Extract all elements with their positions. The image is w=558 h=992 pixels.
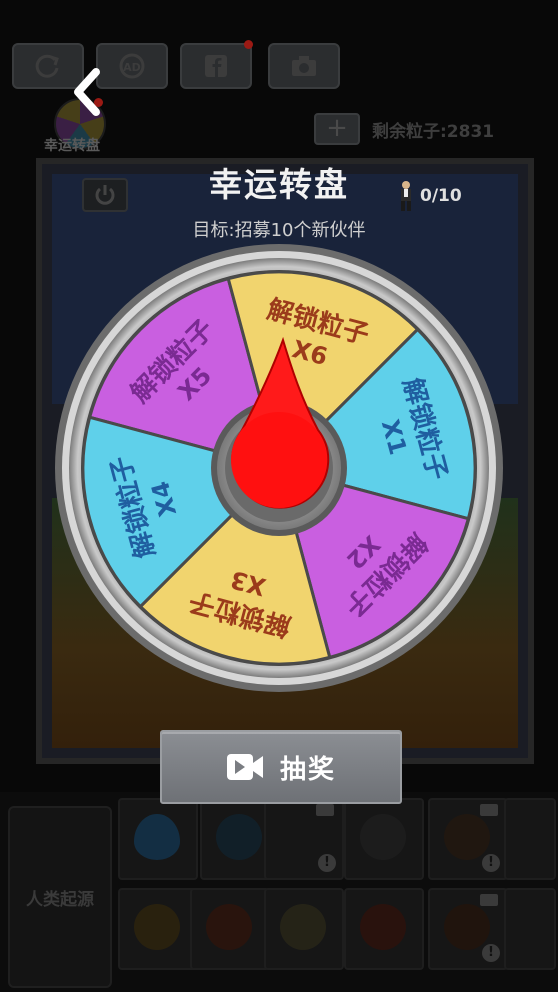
video-camera-icon (226, 754, 263, 780)
lucky-wheel: 解锁粒子X5解锁粒子X6解锁粒子X1解锁粒子X2解锁粒子X3解锁粒子X4 (55, 244, 503, 692)
draw-button-label: 抽奖 (279, 754, 336, 785)
draw-button[interactable]: 抽奖 (160, 730, 402, 804)
pointer-center (231, 412, 327, 508)
